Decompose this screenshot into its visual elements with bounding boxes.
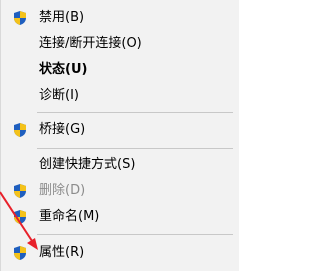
- shield-icon: [14, 210, 26, 224]
- menu-item-label: 桥接(G): [39, 122, 86, 137]
- menu-item-create-shortcut[interactable]: 创建快捷方式(S): [1, 153, 240, 177]
- shield-icon: [14, 246, 26, 260]
- menu-item-label: 诊断(I): [39, 88, 79, 103]
- menu-item-bridge[interactable]: 桥接(G): [1, 118, 240, 142]
- menu-item-label: 删除(D): [39, 183, 86, 198]
- menu-item-label: 禁用(B): [39, 10, 85, 25]
- menu-item-disable[interactable]: 禁用(B): [1, 6, 240, 30]
- menu-separator: [37, 112, 233, 113]
- menu-item-rename[interactable]: 重命名(M): [1, 205, 240, 229]
- menu-item-label: 重命名(M): [39, 209, 100, 224]
- menu-item-delete: 删除(D): [1, 179, 240, 203]
- context-menu: 禁用(B) 连接/断开连接(O) 状态(U) 诊断(I) 桥接(G) 创建快捷方…: [0, 0, 239, 271]
- shield-icon: [14, 123, 26, 137]
- menu-item-label: 创建快捷方式(S): [39, 157, 136, 172]
- menu-item-properties[interactable]: 属性(R): [1, 241, 240, 265]
- menu-item-connect-disconnect[interactable]: 连接/断开连接(O): [1, 32, 240, 56]
- menu-item-label: 状态(U): [39, 62, 88, 77]
- menu-item-label: 属性(R): [39, 245, 85, 260]
- menu-item-diagnose[interactable]: 诊断(I): [1, 84, 240, 108]
- menu-separator: [37, 148, 233, 149]
- menu-item-status[interactable]: 状态(U): [1, 58, 240, 82]
- menu-item-label: 连接/断开连接(O): [39, 36, 142, 51]
- shield-icon: [14, 11, 26, 25]
- menu-separator: [37, 234, 233, 235]
- shield-icon: [14, 184, 26, 198]
